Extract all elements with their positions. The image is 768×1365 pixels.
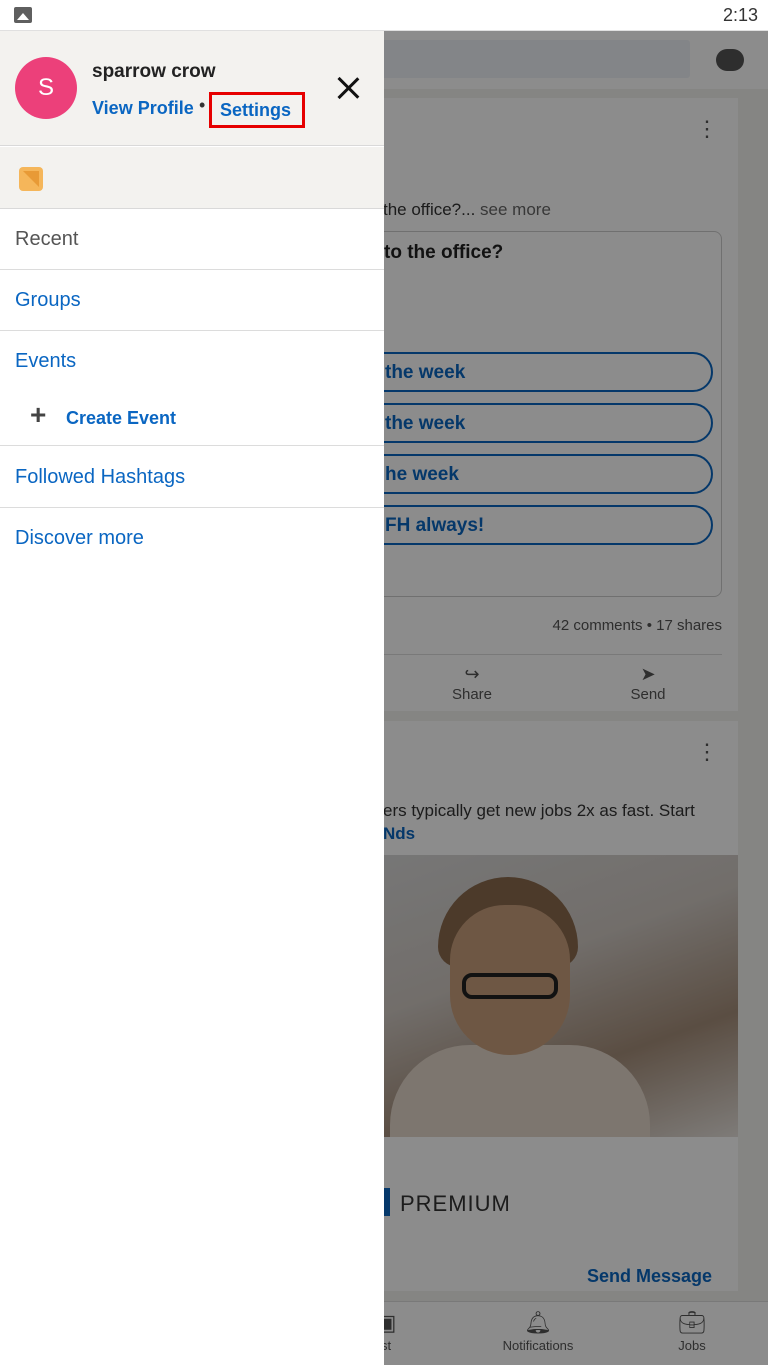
menu-item-label: Events bbox=[15, 350, 77, 372]
create-event-button[interactable]: + Create Event bbox=[0, 391, 384, 446]
link-separator: • bbox=[199, 95, 206, 115]
drawer-header: S sparrow crow View Profile • Settings bbox=[0, 31, 384, 146]
navigation-drawer: S sparrow crow View Profile • Settings R… bbox=[0, 31, 384, 1365]
view-profile-link[interactable]: View Profile bbox=[92, 98, 194, 119]
avatar[interactable]: S bbox=[15, 57, 77, 119]
menu-item-events[interactable]: Events bbox=[0, 331, 384, 392]
menu-item-groups[interactable]: Groups bbox=[0, 270, 384, 331]
create-event-label: Create Event bbox=[66, 408, 177, 428]
menu-item-label: Discover more bbox=[15, 527, 144, 549]
profile-name: sparrow crow bbox=[92, 61, 216, 82]
company-page-icon bbox=[19, 167, 43, 191]
status-bar: 2:13 bbox=[0, 0, 768, 31]
status-time: 2:13 bbox=[722, 5, 758, 25]
menu-item-followed-hashtags[interactable]: Followed Hashtags bbox=[0, 447, 384, 508]
image-notification-icon bbox=[14, 7, 32, 23]
menu-item-label: Groups bbox=[15, 289, 81, 311]
menu-item-recent: Recent bbox=[0, 209, 384, 270]
menu-item-label: Recent bbox=[15, 228, 79, 250]
plus-icon: + bbox=[30, 399, 47, 430]
menu-item-label: Followed Hashtags bbox=[15, 466, 186, 488]
settings-link[interactable]: Settings bbox=[209, 92, 305, 128]
menu-item-discover-more[interactable]: Discover more bbox=[0, 508, 384, 569]
close-icon[interactable] bbox=[330, 71, 366, 107]
company-page-row[interactable] bbox=[0, 147, 384, 209]
